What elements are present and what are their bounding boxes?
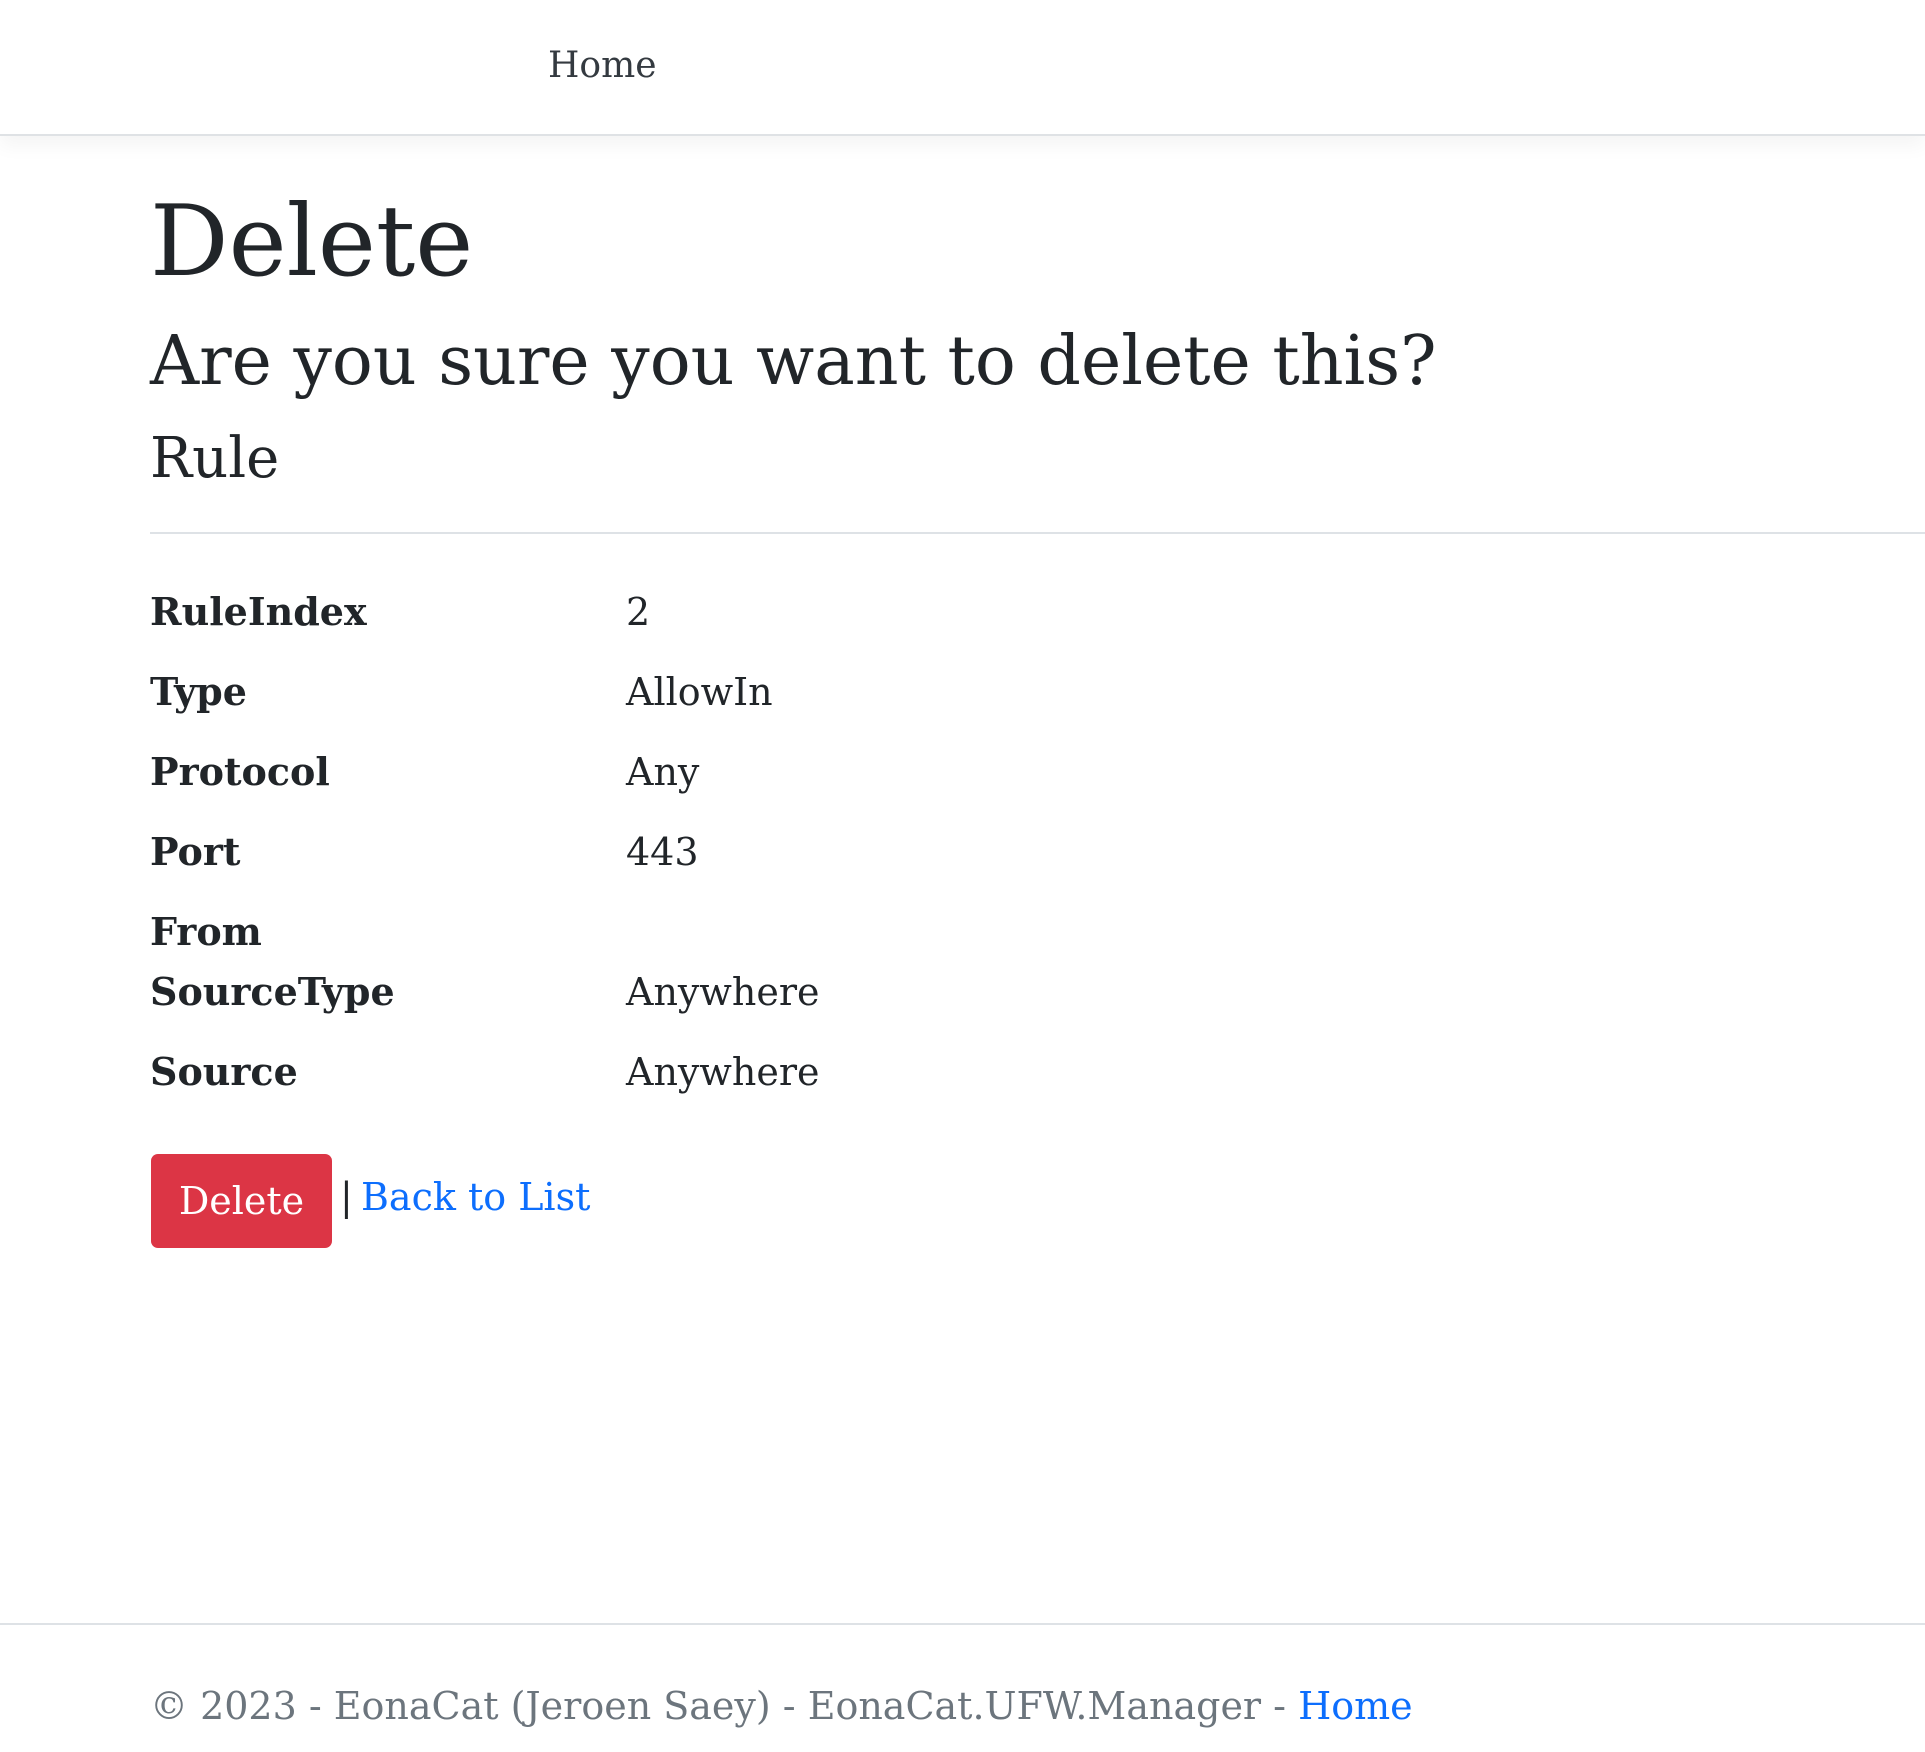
detail-row-port: Port 443 <box>150 827 1150 877</box>
divider <box>150 532 1925 534</box>
ruleindex-label: RuleIndex <box>150 589 367 634</box>
ruleindex-value: 2 <box>626 590 651 634</box>
sourcetype-label: SourceType <box>150 969 395 1014</box>
delete-button[interactable]: Delete <box>151 1154 332 1248</box>
source-label: Source <box>150 1049 298 1094</box>
detail-row-protocol: Protocol Any <box>150 747 1150 797</box>
source-value: Anywhere <box>626 1050 820 1094</box>
back-to-list-link[interactable]: Back to List <box>361 1172 590 1222</box>
type-label: Type <box>150 669 247 714</box>
detail-row-source: Source Anywhere <box>150 1047 1150 1097</box>
top-navbar: Home <box>0 0 1925 136</box>
detail-row-type: Type AllowIn <box>150 667 1150 717</box>
footer-copyright: © 2023 - EonaCat (Jeroen Saey) - EonaCat… <box>150 1684 1299 1728</box>
detail-row-ruleindex: RuleIndex 2 <box>150 587 1150 637</box>
protocol-label: Protocol <box>150 749 330 794</box>
footer: © 2023 - EonaCat (Jeroen Saey) - EonaCat… <box>0 1623 1925 1752</box>
sourcetype-value: Anywhere <box>626 970 820 1014</box>
footer-text-line: © 2023 - EonaCat (Jeroen Saey) - EonaCat… <box>150 1681 1413 1731</box>
detail-row-sourcetype: SourceType Anywhere <box>150 967 1150 1017</box>
port-label: Port <box>150 829 241 874</box>
page-title: Delete <box>150 185 474 299</box>
from-label: From <box>150 909 262 954</box>
detail-row-from: From <box>150 907 1150 957</box>
type-value: AllowIn <box>626 670 773 714</box>
nav-home-link[interactable]: Home <box>548 44 657 88</box>
delete-confirmation-heading: Are you sure you want to delete this? <box>150 322 1437 401</box>
port-value: 443 <box>626 830 699 874</box>
action-separator: | <box>340 1175 353 1219</box>
protocol-value: Any <box>626 750 700 794</box>
footer-home-link[interactable]: Home <box>1298 1684 1413 1728</box>
entity-heading: Rule <box>150 426 280 491</box>
